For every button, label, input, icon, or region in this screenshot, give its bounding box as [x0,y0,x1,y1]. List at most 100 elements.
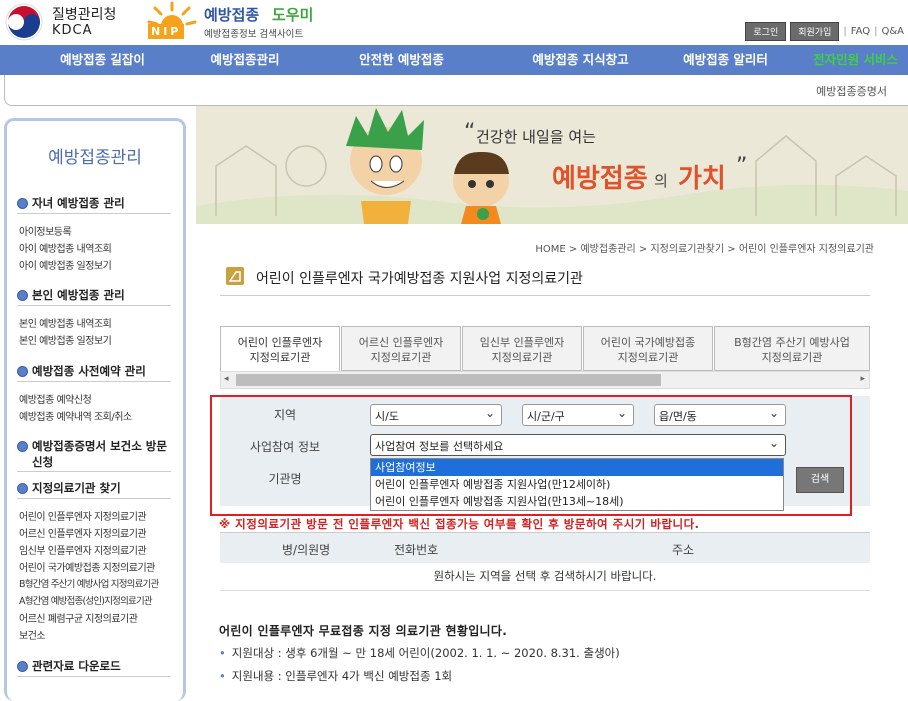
top-utility-links: 로그인 회원가입 | FAQ | Q&A [745,22,904,41]
tab-pregnant-influenza[interactable]: 임신부 인플루엔자 지정의료기관 [462,326,582,371]
info-bullet: 지원내용 : 인플루엔자 4가 백신 예방접종 1회 [219,668,452,684]
section-label: 예방접종 사전예약 관리 [32,364,146,378]
info-bullet: 지원대상 : 생후 6개월 ~ 만 18세 어린이(2002. 1. 1. ~ … [219,645,620,661]
breadcrumb-sep: > [727,244,736,255]
tab-label-line2: 지정의료기관 [249,351,311,364]
sidebar-section-find-institution[interactable]: 지정의료기관 찾기 [17,480,177,496]
tab-child-national[interactable]: 어린이 국가예방접종 지정의료기관 [583,326,713,371]
sidebar-link[interactable]: 어르신 폐렴구균 지정의료기관 [19,610,138,625]
tab-label-line1: B형간염 주산기 예방사업 [734,336,850,349]
tab-label-line2: 지정의료기관 [761,351,823,364]
main-nav: 예방접종 길잡이 예방접종관리 안전한 예방접종 예방접종 지식창고 예방접종 … [0,45,908,75]
breadcrumb-item[interactable]: 예방접종관리 [580,244,635,255]
divider [220,590,870,591]
tab-label-line1: 어린이 인플루엔자 [237,336,323,349]
hero-banner: “ 건강한 내일을 여는 예방접종 의 가치 ” [196,106,908,224]
breadcrumb-sep: > [568,244,578,255]
column-header-name: 병/의원명 [282,543,331,557]
tab-hepatitis-b[interactable]: B형간염 주산기 예방사업 지정의료기관 [714,326,870,371]
faq-link[interactable]: FAQ [851,26,870,37]
divider [17,381,171,382]
nav-item-notifier[interactable]: 예방접종 알리터 [643,45,808,75]
banner-headline-c: 가치 [678,164,726,194]
qna-link[interactable]: Q&A [881,26,904,37]
bullet-icon [17,661,28,672]
sub-nav-certificate[interactable]: 예방접종증명서 [816,83,887,99]
warning-notice: ※ 지정의료기관 방문 전 인플루엔자 백신 접종가능 여부를 확인 후 방문하… [219,517,700,531]
breadcrumb-current: 어린이 인플루엔자 지정의료기관 [738,244,874,255]
sidebar-link[interactable]: 예방접종 예약신청 [19,391,92,406]
sidebar-section-downloads[interactable]: 관련자료 다운로드 [17,658,177,674]
syringe-icon [226,267,244,285]
nav-item-e-civil[interactable]: 전자민원 서비스 [808,45,903,75]
sidebar-link[interactable]: 어린이 국가예방접종 지정의료기관 [19,559,155,574]
sidebar-link[interactable]: 아이정보등록 [19,223,72,238]
banner-headline-a: 예방접종 [552,164,648,194]
kdca-logo[interactable]: 질병관리청 KDCA [4,2,144,42]
sidebar-title: 예방접종관리 [48,148,142,168]
breadcrumb-home[interactable]: HOME [535,244,565,255]
sidebar-section-self[interactable]: 본인 예방접종 관리 [17,287,177,303]
sidebar-section-certificate[interactable]: 예방접종증명서 보건소 방문신청 [17,438,177,470]
sidebar-link[interactable]: B형간염 주산기 예방사업 지정의료기관 [19,576,159,590]
tab-label-line1: 어르신 인플루엔자 [358,336,444,349]
sidebar-link[interactable]: 본인 예방접종 일정보기 [19,332,112,347]
sidebar-link[interactable]: A형간염 예방접종(성인)지정의료기관 [19,593,153,607]
sidebar-section-child[interactable]: 자녀 예방접종 관리 [17,195,177,211]
section-label: 자녀 예방접종 관리 [32,196,125,210]
divider: | [843,26,847,37]
tab-label-line2: 지정의료기관 [491,351,553,364]
sidebar-link[interactable]: 아이 예방접종 일정보기 [19,257,112,272]
tab-child-influenza[interactable]: 어린이 인플루엔자 지정의료기관 [220,326,340,371]
nav-item-knowledge[interactable]: 예방접종 지식창고 [518,45,643,75]
tab-scrollbar[interactable]: ◂ ▸ [220,371,870,389]
divider [17,213,171,214]
sun-icon [147,1,197,26]
site-logo[interactable]: NIP 예방접종 도우미 예방접종정보 검색사이트 [146,0,336,42]
banner-headline-b: 의 [654,172,668,190]
nav-item-guide[interactable]: 예방접종 길잡이 [0,45,205,75]
sidebar-link[interactable]: 어르신 인플루엔자 지정의료기관 [19,525,147,540]
sidebar-link-active[interactable]: 어린이 인플루엔자 지정의료기관 [19,508,147,523]
bullet-icon [17,366,28,377]
divider: | [874,26,878,37]
scrollbar-thumb[interactable] [236,374,661,386]
info-section-title: 어린이 인플루엔자 무료접종 지정 의료기관 현황입니다. [219,624,508,638]
nip-badge: NIP [148,24,185,39]
kdca-emblem-icon [5,3,43,41]
section-label: 본인 예방접종 관리 [32,288,125,302]
site-subtitle: 예방접종정보 검색사이트 [204,29,304,40]
divider [17,471,171,472]
sub-nav-bar: 예방접종증명서 [4,75,908,106]
tab-senior-influenza[interactable]: 어르신 인플루엔자 지정의료기관 [341,326,461,371]
breadcrumb-item[interactable]: 지정의료기관찾기 [650,244,724,255]
sidebar-section-reservation[interactable]: 예방접종 사전예약 관리 [17,363,177,379]
section-label: 예방접종증명서 보건소 방문신청 [32,439,167,469]
results-empty-message: 원하시는 지역을 선택 후 검색하시기 바랍니다. [433,569,657,583]
kdca-abbr: KDCA [52,23,93,38]
breadcrumb: HOME > 예방접종관리 > 지정의료기관찾기 > 어린이 인플루엔자 지정의… [535,240,874,255]
login-button[interactable]: 로그인 [745,22,787,41]
tab-label-line1: 임신부 인플루엔자 [479,336,565,349]
tab-label-line2: 지정의료기관 [370,351,432,364]
divider [220,295,870,296]
sidebar-link[interactable]: 예방접종 예약내역 조회/취소 [19,408,132,423]
nip-logo: NIP [148,24,185,39]
sidebar-link[interactable]: 본인 예방접종 내역조회 [19,315,112,330]
scroll-right-icon[interactable]: ▸ [860,374,865,384]
divider [17,676,171,677]
nav-item-safety[interactable]: 안전한 예방접종 [285,45,518,75]
signup-button[interactable]: 회원가입 [790,22,840,41]
column-header-phone: 전화번호 [394,543,439,557]
sidebar-link[interactable]: 임신부 인플루엔자 지정의료기관 [19,542,147,557]
divider [17,305,171,306]
bullet-icon [17,441,28,452]
nav-item-management[interactable]: 예방접종관리 [205,45,285,75]
banner-tagline: 건강한 내일을 여는 [476,128,596,146]
scroll-left-icon[interactable]: ◂ [224,374,229,384]
tab-label-line1: 어린이 국가예방접종 [600,336,696,349]
sidebar-link[interactable]: 보건소 [19,627,46,642]
sidebar-link[interactable]: 아이 예방접종 내역조회 [19,240,112,255]
breadcrumb-sep: > [638,244,648,255]
highlight-annotation-box [210,395,852,516]
